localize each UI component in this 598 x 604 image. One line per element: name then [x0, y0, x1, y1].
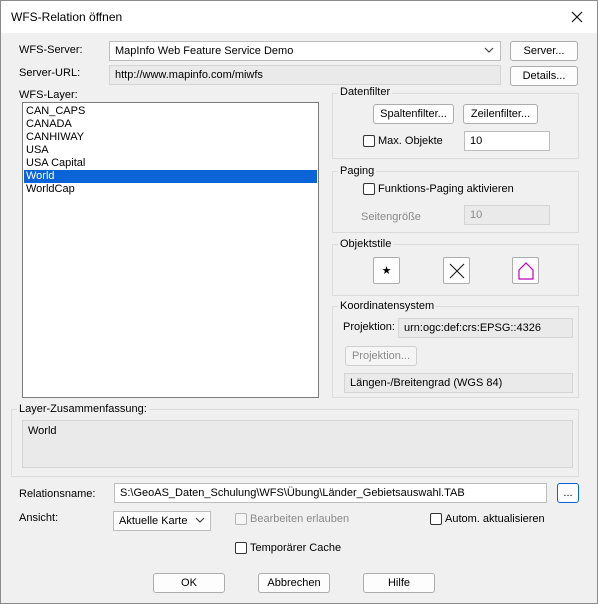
list-item[interactable]: CAN_CAPS	[24, 105, 317, 118]
close-glyph	[571, 11, 583, 23]
line-style-icon	[449, 263, 464, 278]
projection-value: urn:ogc:def:crs:EPSG::4326	[398, 318, 573, 338]
layer-list[interactable]: CAN_CAPS CANADA CANHIWAY USA USA Capital…	[22, 102, 319, 398]
chevron-down-icon	[484, 45, 494, 58]
symbol-style-button[interactable]: ★	[373, 257, 400, 284]
edit-label: Bearbeiten erlauben	[250, 513, 350, 525]
summary-box: World	[22, 420, 573, 468]
star-icon: ★	[381, 265, 392, 277]
server-label: WFS-Server:	[19, 44, 83, 56]
close-icon[interactable]	[557, 1, 597, 33]
coord-title: Koordinatensystem	[338, 300, 437, 312]
row-filter-button[interactable]: Zeilenfilter...	[463, 104, 538, 124]
url-label: Server-URL:	[19, 67, 81, 79]
url-field: http://www.mapinfo.com/miwfs	[109, 65, 501, 85]
view-select-value: Aktuelle Karte	[119, 515, 188, 527]
auto-refresh-checkbox[interactable]	[430, 513, 442, 525]
window-title: WFS-Relation öffnen	[11, 10, 123, 24]
region-style-icon	[517, 261, 534, 280]
projection-button: Projektion...	[345, 346, 417, 366]
cancel-button[interactable]: Abbrechen	[258, 573, 330, 593]
max-objects-input[interactable]: 10	[464, 131, 550, 151]
view-select[interactable]: Aktuelle Karte	[113, 511, 211, 531]
projection-label: Projektion:	[343, 321, 395, 333]
list-item-selected[interactable]: World	[24, 170, 317, 183]
list-item[interactable]: CANHIWAY	[24, 131, 317, 144]
browse-button[interactable]: ...	[557, 483, 579, 503]
list-item[interactable]: CANADA	[24, 118, 317, 131]
max-objects-checkbox[interactable]	[363, 135, 375, 147]
list-item[interactable]: WorldCap	[24, 183, 317, 196]
projection-name: Längen-/Breitengrad (WGS 84)	[344, 373, 573, 393]
temp-cache-label: Temporärer Cache	[250, 542, 342, 554]
title-bar: WFS-Relation öffnen	[1, 1, 597, 33]
paging-checkbox[interactable]	[363, 183, 375, 195]
list-item[interactable]: USA	[24, 144, 317, 157]
help-button[interactable]: Hilfe	[363, 573, 435, 593]
paging-title: Paging	[338, 165, 377, 177]
relation-label: Relationsname:	[19, 488, 96, 500]
objektstile-title: Objektstile	[338, 238, 394, 250]
line-style-button[interactable]	[443, 257, 470, 284]
details-button[interactable]: Details...	[510, 66, 578, 86]
server-button[interactable]: Server...	[510, 41, 578, 61]
summary-label: Layer-Zusammenfassung:	[17, 403, 149, 415]
view-label: Ansicht:	[19, 512, 59, 524]
temp-cache-checkbox[interactable]	[235, 542, 247, 554]
max-objects-label: Max. Objekte	[378, 135, 443, 147]
region-style-button[interactable]	[512, 257, 539, 284]
chevron-down-icon	[195, 515, 205, 528]
datenfilter-title: Datenfilter	[338, 86, 393, 98]
list-item[interactable]: USA Capital	[24, 157, 317, 170]
server-select[interactable]: MapInfo Web Feature Service Demo	[109, 41, 501, 61]
paging-label: Funktions-Paging aktivieren	[378, 183, 514, 195]
server-select-value: MapInfo Web Feature Service Demo	[115, 45, 294, 57]
page-size-label: Seitengröße	[361, 211, 421, 223]
ok-button[interactable]: OK	[153, 573, 225, 593]
auto-refresh-label: Autom. aktualisieren	[445, 513, 545, 525]
edit-checkbox	[235, 513, 247, 525]
layers-label: WFS-Layer:	[19, 89, 78, 101]
wfs-relation-dialog: WFS-Relation öffnen WFS-Server: MapInfo …	[0, 0, 598, 604]
column-filter-button[interactable]: Spaltenfilter...	[373, 104, 454, 124]
relation-name-input[interactable]: S:\GeoAS_Daten_Schulung\WFS\Übung\Länder…	[114, 483, 547, 503]
page-size-input: 10	[464, 205, 550, 225]
